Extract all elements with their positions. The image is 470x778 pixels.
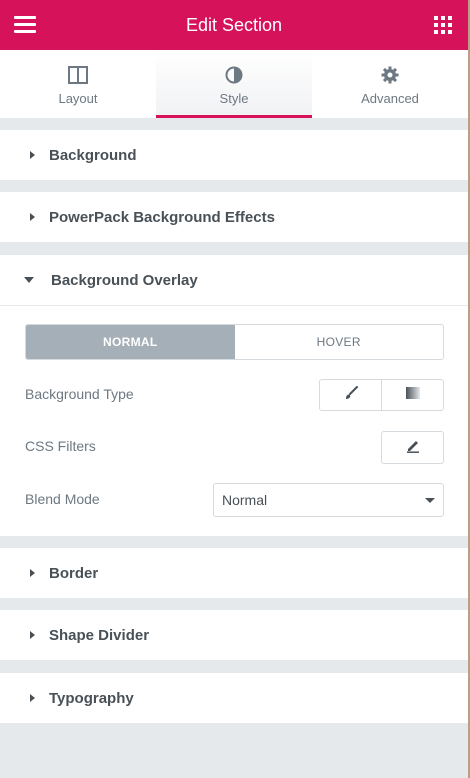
caret-down-icon [24, 277, 34, 283]
blend-mode-select[interactable]: Normal [213, 483, 444, 517]
tab-label: Style [219, 91, 249, 106]
section-background-header[interactable]: Background [0, 130, 468, 180]
section-overlay-header[interactable]: Background Overlay [0, 255, 468, 305]
section-background: Background [0, 130, 468, 180]
section-powerpack: PowerPack Background Effects [0, 192, 468, 242]
css-filters-edit-button[interactable] [381, 431, 444, 464]
section-border-header[interactable]: Border [0, 548, 468, 598]
section-shape-divider-header[interactable]: Shape Divider [0, 610, 468, 660]
brush-icon [344, 385, 358, 405]
classic-choice[interactable] [320, 380, 381, 410]
section-typography-header[interactable]: Typography [0, 673, 468, 723]
columns-icon [68, 66, 88, 84]
section-border: Border [0, 548, 468, 598]
gradient-icon [405, 386, 420, 404]
section-title: Background Overlay [51, 271, 198, 289]
caret-right-icon [30, 213, 35, 221]
panel-tabs: Layout Style Advanced [0, 50, 468, 118]
css-filters-label: CSS Filters [25, 438, 96, 454]
hover-tab[interactable]: HOVER [234, 325, 443, 359]
tab-layout[interactable]: Layout [0, 50, 156, 118]
normal-tab[interactable]: NORMAL [26, 325, 235, 359]
caret-right-icon [30, 631, 35, 639]
tab-style[interactable]: Style [156, 50, 312, 118]
section-powerpack-header[interactable]: PowerPack Background Effects [0, 192, 468, 242]
caret-right-icon [30, 569, 35, 577]
section-title: Shape Divider [49, 626, 150, 644]
chevron-down-icon [425, 498, 435, 503]
section-typography: Typography [0, 673, 468, 723]
caret-right-icon [30, 151, 35, 159]
section-shape-divider: Shape Divider [0, 610, 468, 660]
section-title: Border [49, 564, 99, 582]
background-type-label: Background Type [25, 386, 134, 402]
gear-icon [381, 66, 399, 84]
pencil-icon [405, 437, 421, 458]
editor-header: Edit Section [0, 0, 468, 50]
background-type-choices [319, 379, 444, 411]
tab-label: Advanced [361, 91, 419, 106]
tab-label: Layout [58, 91, 98, 106]
half-circle-icon [225, 66, 243, 84]
hamburger-icon[interactable] [14, 16, 36, 34]
state-toggle: NORMAL HOVER [25, 324, 444, 360]
tab-advanced[interactable]: Advanced [312, 50, 468, 118]
section-title: Typography [49, 689, 134, 707]
section-title: Background [49, 146, 137, 164]
blend-mode-label: Blend Mode [25, 491, 100, 507]
caret-right-icon [30, 694, 35, 702]
section-divider [0, 305, 468, 306]
page-title: Edit Section [185, 14, 283, 35]
blend-mode-value: Normal [222, 492, 268, 508]
grid-icon[interactable] [434, 16, 452, 34]
gradient-choice[interactable] [381, 380, 443, 410]
section-title: PowerPack Background Effects [49, 208, 275, 226]
